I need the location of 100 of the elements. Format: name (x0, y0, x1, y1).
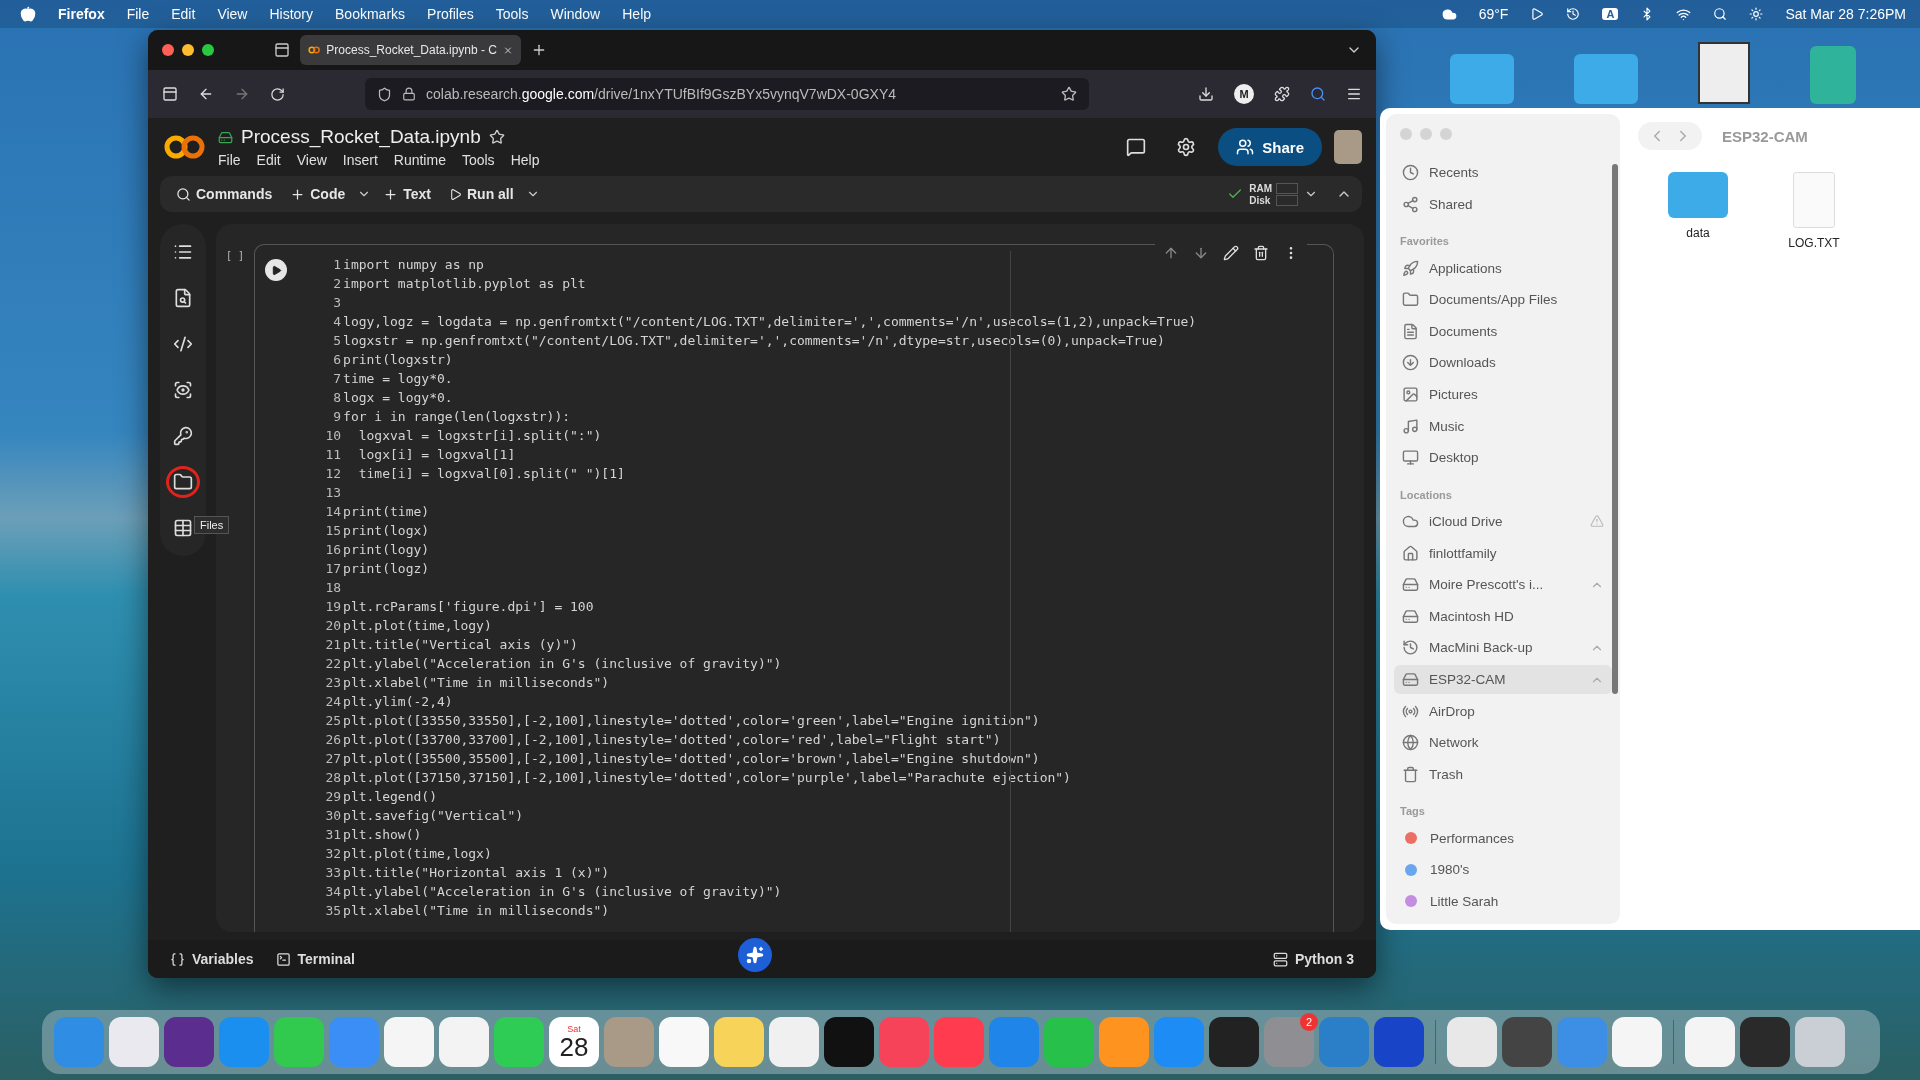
sidebar-item[interactable]: iCloud Drive (1394, 506, 1612, 537)
sidebar-icon[interactable] (162, 86, 178, 102)
resources-meter[interactable]: RAM Disk (1249, 182, 1298, 206)
download-icon[interactable] (1198, 86, 1214, 102)
app-icon[interactable] (1502, 1017, 1552, 1067)
minimize-button[interactable] (182, 44, 194, 56)
sidebar-item[interactable]: Applications (1394, 253, 1612, 283)
menu-item[interactable]: File (126, 6, 150, 22)
bookmark-star-icon[interactable] (1061, 86, 1077, 102)
commands-button[interactable]: Commands (170, 182, 279, 206)
search-icon[interactable] (1713, 7, 1728, 21)
variables-button[interactable]: Variables (170, 951, 254, 967)
notebook-title[interactable]: Process_Rocket_Data.ipynb (241, 126, 481, 148)
lock-icon[interactable] (402, 87, 416, 101)
sidebar-item[interactable]: Music (1394, 411, 1612, 441)
back-icon[interactable] (198, 86, 214, 102)
tag-item[interactable]: Performances (1394, 823, 1612, 853)
menu-item[interactable]: Profiles (427, 6, 474, 22)
menu-icon[interactable] (1346, 86, 1362, 102)
menu-item[interactable]: Insert (342, 152, 378, 168)
menu-item[interactable]: View (217, 6, 248, 22)
browser-tab[interactable]: Process_Rocket_Data.ipynb - C (300, 35, 521, 65)
run-cell-button[interactable] (265, 259, 288, 281)
menu-item[interactable]: Help (622, 6, 652, 22)
profile-avatar[interactable]: M (1234, 84, 1254, 104)
sidebar-item[interactable]: Documents (1394, 316, 1612, 347)
menu-item[interactable]: Edit (171, 6, 196, 22)
sidebar-item[interactable]: Moire Prescott's i... (1394, 569, 1612, 600)
menu-item[interactable]: Help (510, 152, 540, 168)
sidebar-item[interactable]: Macintosh HD (1394, 601, 1612, 632)
reload-icon[interactable] (270, 86, 285, 102)
tag-item[interactable]: Little Sarah (1394, 886, 1612, 917)
shield-icon[interactable] (377, 86, 392, 102)
apple-icon[interactable] (20, 6, 36, 22)
move-down-icon[interactable] (1193, 245, 1209, 261)
sidebar-item[interactable]: Downloads (1394, 348, 1612, 378)
zoom-button[interactable] (202, 44, 214, 56)
file-name[interactable]: LOG.TXT (1788, 236, 1840, 250)
run-all-button[interactable]: Run all (443, 182, 520, 206)
close-button[interactable] (162, 44, 174, 56)
app-icon[interactable] (714, 1017, 764, 1067)
menu-item[interactable]: Bookmarks (335, 6, 406, 22)
menu-item[interactable]: History (269, 6, 314, 22)
menu-item[interactable]: Tools (461, 152, 495, 168)
weather-text[interactable]: 69°F (1478, 6, 1509, 22)
app-icon[interactable] (659, 1017, 709, 1067)
wifi-icon[interactable] (1676, 6, 1692, 22)
sparkle-icon[interactable] (738, 938, 772, 972)
star-icon[interactable] (488, 129, 505, 145)
edit-icon[interactable] (1223, 245, 1239, 261)
sidebar-item[interactable]: Pictures (1394, 379, 1612, 410)
tag-item[interactable]: 1980's (1394, 854, 1612, 885)
menu-item[interactable]: View (296, 152, 327, 168)
comment-icon[interactable] (1126, 137, 1147, 157)
settings-icon[interactable] (1176, 137, 1197, 157)
extensions-icon[interactable] (1274, 86, 1290, 102)
move-up-icon[interactable] (1163, 245, 1179, 261)
add-code-button[interactable]: Code (284, 182, 352, 206)
calendar-icon[interactable]: Sat 28 (549, 1017, 599, 1067)
app-icon[interactable] (1209, 1017, 1259, 1067)
sidebar-item[interactable]: Desktop (1394, 443, 1612, 473)
clock-text[interactable]: Sat Mar 28 7:26PM (1785, 6, 1906, 22)
sidebar-item[interactable]: AirDrop (1394, 696, 1612, 726)
runtime-button[interactable]: Python 3 (1272, 951, 1354, 967)
menu-item[interactable]: Tools (495, 6, 529, 22)
sidebar-item[interactable]: Documents/App Files (1394, 284, 1612, 315)
menu-item[interactable]: Runtime (393, 152, 446, 168)
sidebar-item[interactable]: Shared (1394, 189, 1612, 220)
app-icon[interactable] (109, 1017, 159, 1067)
new-tab-icon[interactable] (531, 42, 547, 58)
clock-icon[interactable] (1566, 7, 1581, 21)
sidebar-item[interactable]: Network (1394, 728, 1612, 758)
sidebar-item[interactable]: ESP32-CAM (1394, 664, 1612, 695)
app-icon[interactable] (1447, 1017, 1497, 1067)
sidebar-item[interactable]: Trash (1394, 759, 1612, 790)
sidebar-item[interactable]: finlottfamily (1394, 538, 1612, 568)
menu-item[interactable]: File (218, 152, 241, 168)
terminal-button[interactable]: Terminal (275, 951, 355, 967)
document-icon[interactable] (1698, 42, 1750, 104)
sidebar-item[interactable]: Recents (1394, 158, 1612, 188)
app-icon[interactable] (824, 1017, 874, 1067)
menu-item[interactable]: Window (550, 6, 601, 22)
profile-photo-placeholder[interactable] (1334, 130, 1362, 164)
folder-icon[interactable] (166, 466, 200, 498)
window-thumbnail-icon[interactable] (1740, 1017, 1790, 1067)
menu-item[interactable]: Edit (256, 152, 281, 168)
address-bar[interactable]: colab.research.google.com/drive/1nxYTUfBIf9GszBYx5vynqV7wDX-0GXY4 (365, 78, 1089, 110)
tab-overview-icon[interactable] (274, 42, 290, 58)
app-icon[interactable] (384, 1017, 434, 1067)
add-text-button[interactable]: Text (377, 182, 437, 206)
menu-item[interactable]: Firefox (58, 6, 105, 22)
sidebar-item[interactable]: MacMini Back-up (1394, 633, 1612, 663)
app-icon[interactable] (1612, 1017, 1662, 1067)
forward-icon[interactable] (234, 86, 250, 102)
app-icon[interactable] (439, 1017, 489, 1067)
app-icon[interactable] (769, 1017, 819, 1067)
search-icon[interactable] (1310, 86, 1326, 102)
app-icon[interactable] (164, 1017, 214, 1067)
delete-icon[interactable] (1253, 245, 1269, 261)
play-icon[interactable] (1530, 7, 1545, 21)
